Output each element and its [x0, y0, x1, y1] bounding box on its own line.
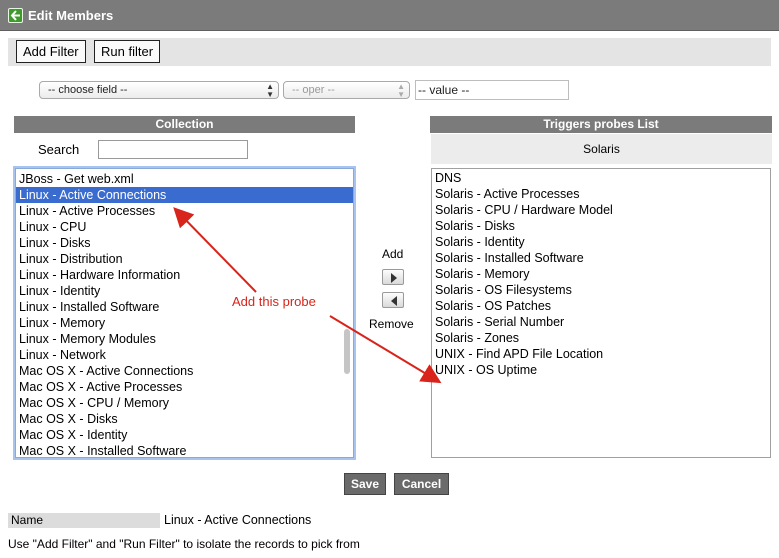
collection-item[interactable]: Linux - Network	[16, 347, 353, 363]
trigger-item[interactable]: Solaris - Installed Software	[432, 250, 770, 266]
trigger-item[interactable]: UNIX - Find APD File Location	[432, 346, 770, 362]
collection-items: JBoss - Get web.xml Linux - Active Connec…	[16, 169, 353, 457]
collection-item[interactable]: Mac OS X - Installed Software	[16, 443, 353, 457]
collection-item[interactable]: Mac OS X - Active Connections	[16, 363, 353, 379]
collection-scrollbar[interactable]	[344, 329, 350, 374]
collection-item[interactable]: Linux - Disks	[16, 235, 353, 251]
trigger-item[interactable]: Solaris - OS Filesystems	[432, 282, 770, 298]
trigger-item[interactable]: Solaris - Disks	[432, 218, 770, 234]
trigger-item[interactable]: Solaris - Identity	[432, 234, 770, 250]
collection-header: Collection	[14, 116, 355, 133]
save-button[interactable]: Save	[344, 473, 386, 495]
run-filter-button[interactable]: Run filter	[94, 40, 161, 63]
trigger-items: DNS Solaris - Active Processes Solaris - C…	[432, 169, 770, 378]
trigger-item[interactable]: Solaris - Active Processes	[432, 186, 770, 202]
field-select[interactable]: -- choose field -- ▲ ▼	[39, 81, 279, 99]
arrow-left-icon	[391, 296, 397, 306]
add-filter-button[interactable]: Add Filter	[16, 40, 86, 63]
trigger-item[interactable]: Solaris - CPU / Hardware Model	[432, 202, 770, 218]
collection-item[interactable]: Linux - Distribution	[16, 251, 353, 267]
collection-item[interactable]: Mac OS X - Disks	[16, 411, 353, 427]
trigger-item[interactable]: Solaris - Zones	[432, 330, 770, 346]
collection-item[interactable]: Linux - Hardware Information	[16, 267, 353, 283]
arrow-right-icon	[391, 273, 397, 283]
search-label: Search	[38, 142, 80, 157]
filter-toolbar: Add Filter Run filter	[8, 38, 771, 66]
back-arrow-icon[interactable]	[8, 8, 23, 23]
collection-item[interactable]: Mac OS X - Active Processes	[16, 379, 353, 395]
name-label: Name	[8, 513, 160, 528]
collection-item[interactable]: Linux - CPU	[16, 219, 353, 235]
collection-item[interactable]: Linux - Memory	[16, 315, 353, 331]
collection-item[interactable]: Linux - Active Connections	[16, 187, 353, 203]
triggers-group-label: Solaris	[431, 134, 772, 164]
cancel-button[interactable]: Cancel	[394, 473, 449, 495]
field-select-value: -- choose field --	[48, 84, 128, 96]
add-button[interactable]	[382, 269, 404, 285]
name-value: Linux - Active Connections	[164, 513, 312, 527]
trigger-item[interactable]: Solaris - Serial Number	[432, 314, 770, 330]
select-arrows-icon: ▲ ▼	[397, 82, 405, 99]
remove-label: Remove	[369, 317, 414, 331]
window-title: Edit Members	[28, 8, 114, 23]
trigger-item[interactable]: Solaris - Memory	[432, 266, 770, 282]
triggers-header: Triggers probes List	[430, 116, 772, 133]
select-arrows-icon: ▲ ▼	[266, 82, 274, 99]
trigger-item[interactable]: Solaris - OS Patches	[432, 298, 770, 314]
triggers-list[interactable]: DNS Solaris - Active Processes Solaris - C…	[431, 168, 771, 458]
collection-item[interactable]: Mac OS X - CPU / Memory	[16, 395, 353, 411]
trigger-item[interactable]: UNIX - OS Uptime	[432, 362, 770, 378]
collection-item[interactable]: JBoss - Get web.xml	[16, 171, 353, 187]
search-input[interactable]	[98, 140, 248, 159]
collection-item[interactable]: Linux - Memory Modules	[16, 331, 353, 347]
add-label: Add	[382, 247, 404, 261]
hint-text: Use "Add Filter" and "Run Filter" to iso…	[8, 537, 360, 551]
operator-select-value: -- oper --	[292, 84, 335, 96]
collection-item[interactable]: Mac OS X - Identity	[16, 427, 353, 443]
filter-value-input[interactable]: -- value --	[415, 80, 569, 100]
collection-list[interactable]: JBoss - Get web.xml Linux - Active Connec…	[15, 168, 354, 458]
title-bar: Edit Members	[0, 0, 779, 31]
operator-select[interactable]: -- oper -- ▲ ▼	[283, 81, 410, 99]
annotation-label: Add this probe	[232, 294, 316, 309]
trigger-item[interactable]: DNS	[432, 170, 770, 186]
collection-item[interactable]: Linux - Active Processes	[16, 203, 353, 219]
remove-button[interactable]	[382, 292, 404, 308]
